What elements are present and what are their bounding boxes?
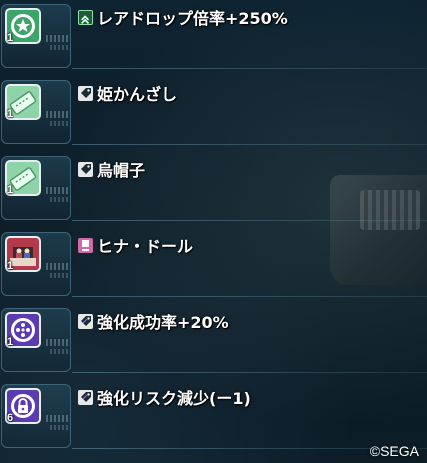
item-name: 強化成功率+20% [97, 313, 229, 332]
list-item[interactable]: 1 烏帽子 [0, 152, 427, 222]
list-item[interactable]: 1 レアドロップ倍率+250% [0, 0, 427, 70]
item-tile[interactable]: 1 [1, 308, 71, 372]
slot-decoration [46, 339, 68, 346]
list-item[interactable]: 1 強化成功率+20% [0, 304, 427, 374]
slot-decoration [50, 121, 68, 126]
item-quantity: 1 [7, 108, 14, 120]
item-name: 烏帽子 [97, 161, 146, 180]
item-label: レアドロップ倍率+250% [78, 6, 288, 28]
item-label: 烏帽子 [78, 158, 145, 180]
item-name: レアドロップ倍率+250% [97, 9, 288, 28]
row-divider [72, 372, 427, 373]
item-label: 強化成功率+20% [78, 310, 229, 332]
slot-decoration [50, 425, 68, 430]
row-divider [72, 220, 427, 221]
row-divider [72, 144, 427, 145]
item-tile[interactable]: 6 [1, 384, 71, 448]
item-name: ヒナ・ドール [97, 237, 194, 256]
slot-decoration [50, 273, 68, 278]
item-quantity: 1 [7, 32, 14, 44]
tag-icon [78, 161, 93, 177]
slot-decoration [46, 263, 68, 270]
slot-decoration [46, 35, 68, 42]
boost-tag-icon [78, 313, 93, 329]
item-label: ヒナ・ドール [78, 234, 193, 256]
list-item[interactable]: 6 強化リスク減少(ー1) [0, 380, 427, 450]
room-item-icon [78, 237, 93, 253]
tag-icon [78, 85, 93, 101]
item-tile[interactable]: 1 [1, 80, 71, 144]
slot-decoration [46, 111, 68, 118]
copyright-notice: ©SEGA [369, 443, 419, 459]
list-item[interactable]: 1 ヒナ・ドール [0, 228, 427, 298]
item-label: 姫かんざし [78, 82, 177, 104]
slot-decoration [46, 415, 68, 422]
item-tile[interactable]: 1 [1, 156, 71, 220]
item-tile[interactable]: 1 [1, 232, 71, 296]
item-name: 強化リスク減少(ー1) [97, 389, 251, 408]
slot-decoration [50, 45, 68, 50]
row-divider [72, 68, 427, 69]
item-quantity: 1 [7, 336, 14, 348]
chevron-up-icon [78, 9, 93, 25]
slot-decoration [50, 349, 68, 354]
list-item[interactable]: 1 姫かんざし [0, 76, 427, 146]
item-quantity: 6 [7, 412, 14, 424]
item-quantity: 1 [7, 260, 14, 272]
item-tile[interactable]: 1 [1, 4, 71, 68]
slot-decoration [50, 197, 68, 202]
item-quantity: 1 [7, 184, 14, 196]
slot-decoration [46, 187, 68, 194]
item-label: 強化リスク減少(ー1) [78, 386, 251, 408]
boost-tag-icon [78, 389, 93, 405]
row-divider [72, 296, 427, 297]
item-name: 姫かんざし [97, 85, 178, 104]
